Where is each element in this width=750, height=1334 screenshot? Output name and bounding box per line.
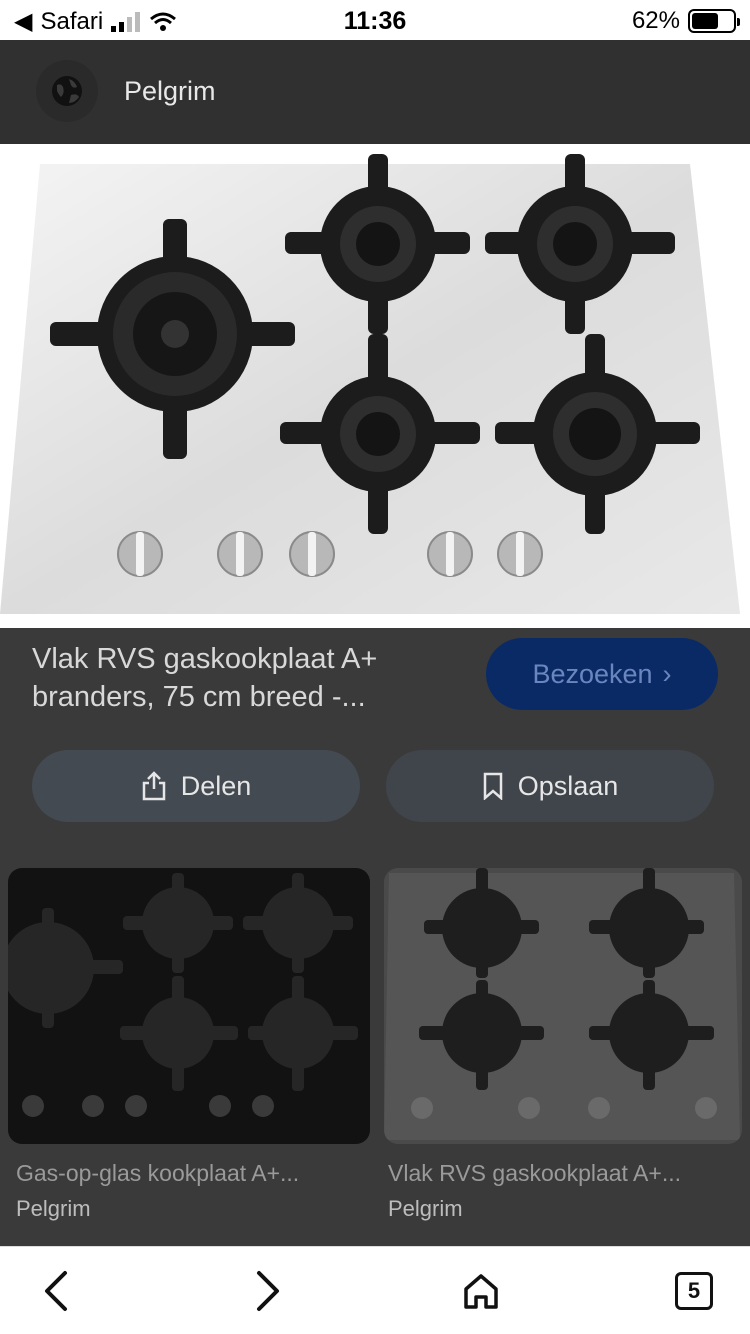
status-right: 62% xyxy=(631,7,740,35)
share-icon xyxy=(142,771,165,801)
result-title-line2: branders, 75 cm breed -... xyxy=(32,681,366,713)
steel-cooktop-illustration xyxy=(384,868,740,1140)
status-bar: ◀ Safari 11:36 62% xyxy=(0,0,750,40)
bookmark-icon xyxy=(483,772,502,800)
cooktop-illustration xyxy=(0,154,740,614)
result-title[interactable]: Vlak RVS gaskookplaat A+ branders, 75 cm… xyxy=(32,640,452,716)
visit-label: Bezoeken xyxy=(532,658,653,689)
home-icon xyxy=(464,1274,498,1309)
forward-button[interactable] xyxy=(242,1265,294,1317)
visit-button[interactable]: Bezoeken › xyxy=(486,638,718,710)
globe-icon xyxy=(36,60,98,122)
tab-count: 5 xyxy=(675,1272,713,1310)
browser-toolbar: 5 xyxy=(0,1246,750,1334)
related-source-2: Pelgrim xyxy=(388,1196,463,1221)
share-label: Delen xyxy=(180,770,252,801)
tabs-button[interactable]: 5 xyxy=(668,1265,720,1317)
related-image-steel[interactable] xyxy=(384,868,742,1144)
site-name[interactable]: Pelgrim xyxy=(124,76,216,107)
chevron-right-icon: › xyxy=(662,658,672,689)
related-title-1[interactable]: Gas-op-glas kookplaat A+... xyxy=(16,1160,299,1187)
related-source-1: Pelgrim xyxy=(16,1196,91,1221)
back-button[interactable] xyxy=(30,1265,82,1317)
site-header: Pelgrim xyxy=(0,40,750,144)
product-image[interactable] xyxy=(0,144,750,628)
glass-cooktop-illustration xyxy=(8,873,358,1117)
save-button[interactable]: Opslaan xyxy=(386,750,714,822)
home-button[interactable] xyxy=(455,1265,507,1317)
share-button[interactable]: Delen xyxy=(32,750,360,822)
save-label: Opslaan xyxy=(517,770,619,801)
chevron-right-icon xyxy=(257,1271,279,1311)
related-image-glass[interactable] xyxy=(8,868,370,1144)
chevron-left-icon xyxy=(45,1271,67,1311)
battery-percent: 62% xyxy=(631,7,680,34)
related-title-2[interactable]: Vlak RVS gaskookplaat A+... xyxy=(388,1160,681,1187)
result-title-line1: Vlak RVS gaskookplaat A+ xyxy=(32,643,378,675)
battery-icon xyxy=(688,9,740,33)
